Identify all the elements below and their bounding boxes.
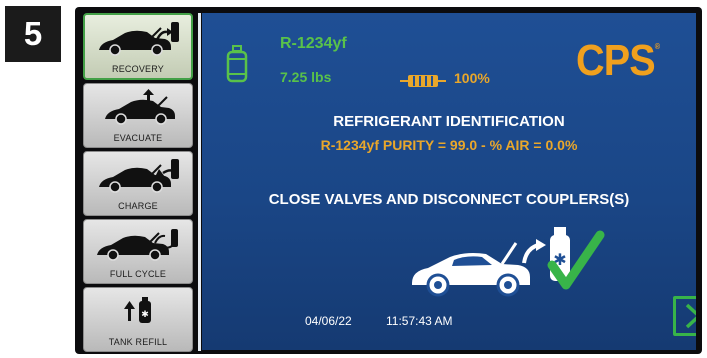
battery-level: 100% bbox=[454, 70, 490, 86]
status-date: 04/06/22 bbox=[305, 314, 352, 328]
step-number-badge: 5 bbox=[5, 6, 61, 62]
device-frame: RECOVERY EVACUATE CHARGE FULL CYCLE ✱ TA… bbox=[75, 7, 702, 354]
refrigerant-tank-icon bbox=[226, 45, 248, 83]
car-full-cycle-icon bbox=[97, 229, 178, 261]
instruction-text: CLOSE VALVES AND DISCONNECT COUPLERS(S) bbox=[268, 191, 630, 208]
car-disconnect-illustration: ✱ bbox=[412, 227, 605, 297]
sidebar: RECOVERY EVACUATE CHARGE FULL CYCLE ✱ TA… bbox=[83, 13, 193, 352]
sidebar-item-tank-refill[interactable]: ✱ TANK REFILL bbox=[83, 287, 193, 352]
status-time: 11:57:43 AM bbox=[386, 314, 453, 328]
purity-readout: R-1234yf PURITY = 99.0 - % AIR = 0.0% bbox=[320, 137, 578, 153]
sidebar-item-label: RECOVERY bbox=[112, 64, 164, 74]
tank-weight: 7.25 lbs bbox=[280, 69, 332, 85]
car-evacuate-icon bbox=[105, 89, 175, 125]
car-recovery-icon bbox=[99, 22, 179, 56]
main-screen: R-1234yf 7.25 lbs 100% CPS® REFRIGERANT … bbox=[202, 13, 696, 350]
cps-logo: CPS® bbox=[576, 36, 660, 85]
sidebar-item-recovery[interactable]: RECOVERY bbox=[83, 13, 193, 80]
sidebar-divider bbox=[198, 13, 201, 351]
screen-title: REFRIGERANT IDENTIFICATION bbox=[333, 113, 565, 130]
svg-text:✱: ✱ bbox=[141, 310, 149, 320]
sidebar-item-label: TANK REFILL bbox=[108, 337, 168, 347]
sidebar-item-full-cycle[interactable]: FULL CYCLE bbox=[83, 219, 193, 284]
sidebar-item-label: FULL CYCLE bbox=[109, 269, 167, 279]
sidebar-item-charge[interactable]: CHARGE bbox=[83, 151, 193, 216]
logo-text: CPS bbox=[576, 36, 656, 85]
sidebar-item-label: EVACUATE bbox=[113, 133, 163, 143]
next-button[interactable] bbox=[673, 296, 696, 336]
refrigerant-type: R-1234yf bbox=[280, 35, 347, 52]
sidebar-item-label: CHARGE bbox=[118, 201, 158, 211]
battery-icon bbox=[400, 75, 446, 87]
registered-mark: ® bbox=[654, 42, 660, 51]
tank-refill-icon: ✱ bbox=[124, 297, 151, 323]
chevron-right-icon bbox=[685, 303, 696, 329]
car-charge-icon bbox=[99, 159, 179, 193]
sidebar-item-evacuate[interactable]: EVACUATE bbox=[83, 83, 193, 148]
